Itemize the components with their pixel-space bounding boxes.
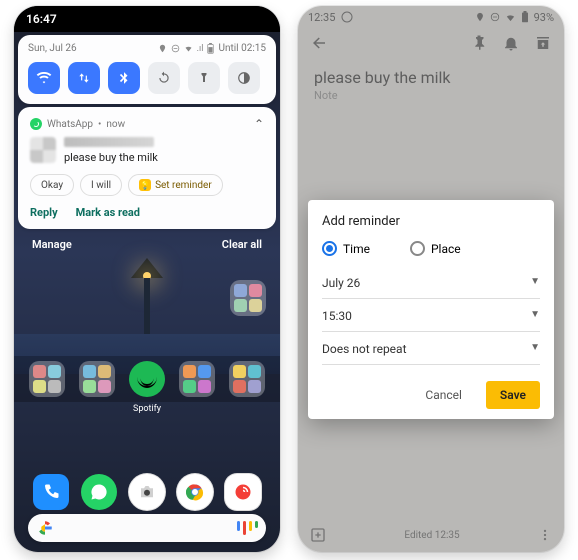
qs-toggle-darkmode[interactable] — [228, 62, 260, 94]
battery-icon — [207, 43, 214, 54]
app-label-spotify: Spotify — [14, 404, 280, 414]
dock — [14, 474, 280, 510]
wallpaper-lighthouse — [127, 252, 167, 338]
add-reminder-dialog: Add reminder Time Place July 26▼ 15:30▼ … — [308, 200, 554, 419]
dnd-icon — [171, 44, 180, 53]
app-spotify[interactable] — [129, 361, 165, 397]
whatsapp-icon — [90, 483, 108, 501]
qs-toggle-bluetooth[interactable] — [108, 62, 140, 94]
phone-left: 16:47 Sun, Jul 26 .ıl Until 02:15 — [14, 6, 280, 552]
sender-name-redacted — [64, 137, 154, 147]
qs-toggle-data[interactable] — [68, 62, 100, 94]
qs-date: Sun, Jul 26 — [28, 43, 77, 54]
lightbulb-icon: 💡 — [139, 179, 151, 191]
quick-settings-panel: Sun, Jul 26 .ıl Until 02:15 — [18, 35, 276, 104]
chip-iwill[interactable]: I will — [80, 174, 122, 196]
sender-avatar — [30, 137, 56, 163]
qs-toggle-wifi[interactable] — [28, 62, 60, 94]
whatsapp-icon — [30, 118, 42, 130]
radio-place[interactable]: Place — [410, 241, 461, 256]
wifi-small-icon — [184, 44, 193, 53]
contrast-icon — [237, 71, 251, 85]
bluetooth-icon — [117, 71, 131, 85]
status-bar: 16:47 — [14, 6, 280, 32]
wifi-icon — [36, 70, 52, 86]
dropdown-icon: ▼ — [530, 342, 540, 356]
dock-camera[interactable] — [129, 474, 165, 510]
signal-icon: .ıl — [197, 44, 204, 54]
home-folder-3[interactable] — [179, 361, 215, 397]
action-reply[interactable]: Reply — [30, 206, 58, 219]
notification-card[interactable]: WhatsApp • now ⌃ please buy the milk Oka… — [18, 107, 276, 229]
dock-phone[interactable] — [33, 474, 69, 510]
home-folder-row — [14, 356, 280, 402]
camera-icon — [138, 483, 156, 501]
field-time[interactable]: 15:30▼ — [322, 299, 540, 332]
save-button[interactable]: Save — [486, 381, 540, 409]
chip-set-reminder[interactable]: 💡Set reminder — [128, 174, 223, 196]
dock-pocketcasts[interactable] — [225, 474, 261, 510]
dock-whatsapp[interactable] — [81, 474, 117, 510]
home-folder-4[interactable] — [229, 361, 265, 397]
field-repeat[interactable]: Does not repeat▼ — [322, 332, 540, 365]
home-folder-top[interactable] — [230, 280, 266, 316]
phone-icon — [42, 483, 60, 501]
data-arrows-icon — [77, 71, 91, 85]
home-screen: Spotify — [14, 276, 280, 552]
location-icon — [158, 44, 167, 53]
sync-icon — [157, 71, 171, 85]
field-date[interactable]: July 26▼ — [322, 266, 540, 299]
notif-time: now — [106, 119, 125, 130]
home-folder-1[interactable] — [29, 361, 65, 397]
google-search-bar[interactable] — [28, 514, 266, 542]
dropdown-icon: ▼ — [530, 309, 540, 323]
google-logo-icon — [36, 519, 54, 537]
qs-until: Until 02:15 — [218, 43, 266, 54]
dropdown-icon: ▼ — [530, 276, 540, 290]
dialog-title: Add reminder — [322, 214, 540, 229]
collapse-icon[interactable]: ⌃ — [254, 117, 264, 131]
radio-on-icon — [322, 241, 337, 256]
status-time: 16:47 — [26, 12, 57, 26]
radio-off-icon — [410, 241, 425, 256]
qs-status-icons: .ıl Until 02:15 — [158, 43, 266, 54]
qs-toggle-flashlight[interactable] — [188, 62, 220, 94]
home-folder-2[interactable] — [79, 361, 115, 397]
action-mark-read[interactable]: Mark as read — [76, 206, 140, 219]
chrome-icon — [186, 483, 204, 501]
pocketcasts-icon — [234, 483, 252, 501]
cancel-button[interactable]: Cancel — [411, 381, 476, 409]
notif-app: WhatsApp — [47, 119, 93, 130]
assistant-icon[interactable] — [237, 521, 258, 535]
notif-message: please buy the milk — [64, 151, 158, 164]
dock-chrome[interactable] — [177, 474, 213, 510]
shade-clear-all[interactable]: Clear all — [222, 238, 262, 251]
shade-manage[interactable]: Manage — [32, 238, 72, 251]
flashlight-icon — [198, 71, 210, 85]
qs-toggle-sync[interactable] — [148, 62, 180, 94]
radio-time[interactable]: Time — [322, 241, 370, 256]
phone-right: 12:35 93% please buy the milk Note Edite… — [298, 6, 564, 552]
chip-okay[interactable]: Okay — [30, 174, 74, 196]
